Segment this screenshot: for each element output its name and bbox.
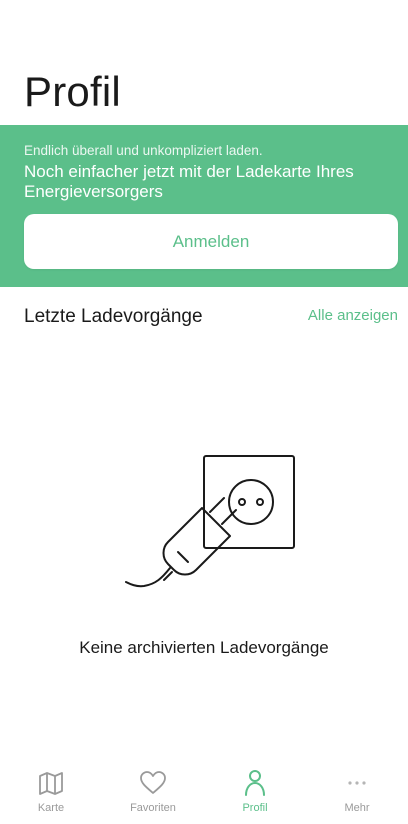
- more-icon: [348, 781, 366, 785]
- show-all-link[interactable]: Alle anzeigen: [308, 307, 398, 324]
- map-icon: [39, 772, 63, 795]
- tab-label: Mehr: [344, 802, 370, 814]
- tab-label: Favoriten: [130, 802, 176, 814]
- bottom-tab-bar: Karte Favoriten Profil Mehr: [0, 762, 408, 824]
- login-banner: Endlich überall und unkompliziert laden.…: [0, 125, 408, 287]
- empty-state-message: Keine archivierten Ladevorgänge: [79, 638, 329, 657]
- tab-label: Profil: [242, 802, 268, 814]
- banner-headline: Noch einfacher jetzt mit der Ladekarte I…: [24, 162, 354, 201]
- person-icon: [245, 770, 265, 796]
- recent-charges-title: Letzte Ladevorgänge: [24, 306, 203, 327]
- tab-karte[interactable]: Karte: [0, 762, 102, 824]
- tab-profil[interactable]: Profil: [204, 762, 306, 824]
- plug-socket-icon: [125, 455, 295, 588]
- tab-favoriten[interactable]: Favoriten: [102, 762, 204, 824]
- tab-label: Karte: [37, 802, 65, 814]
- heart-icon: [140, 771, 166, 794]
- page-title: Profil: [24, 68, 121, 115]
- login-button[interactable]: Anmelden: [24, 214, 398, 269]
- tab-mehr[interactable]: Mehr: [306, 762, 408, 824]
- banner-subtitle: Endlich überall und unkompliziert laden.: [24, 143, 263, 158]
